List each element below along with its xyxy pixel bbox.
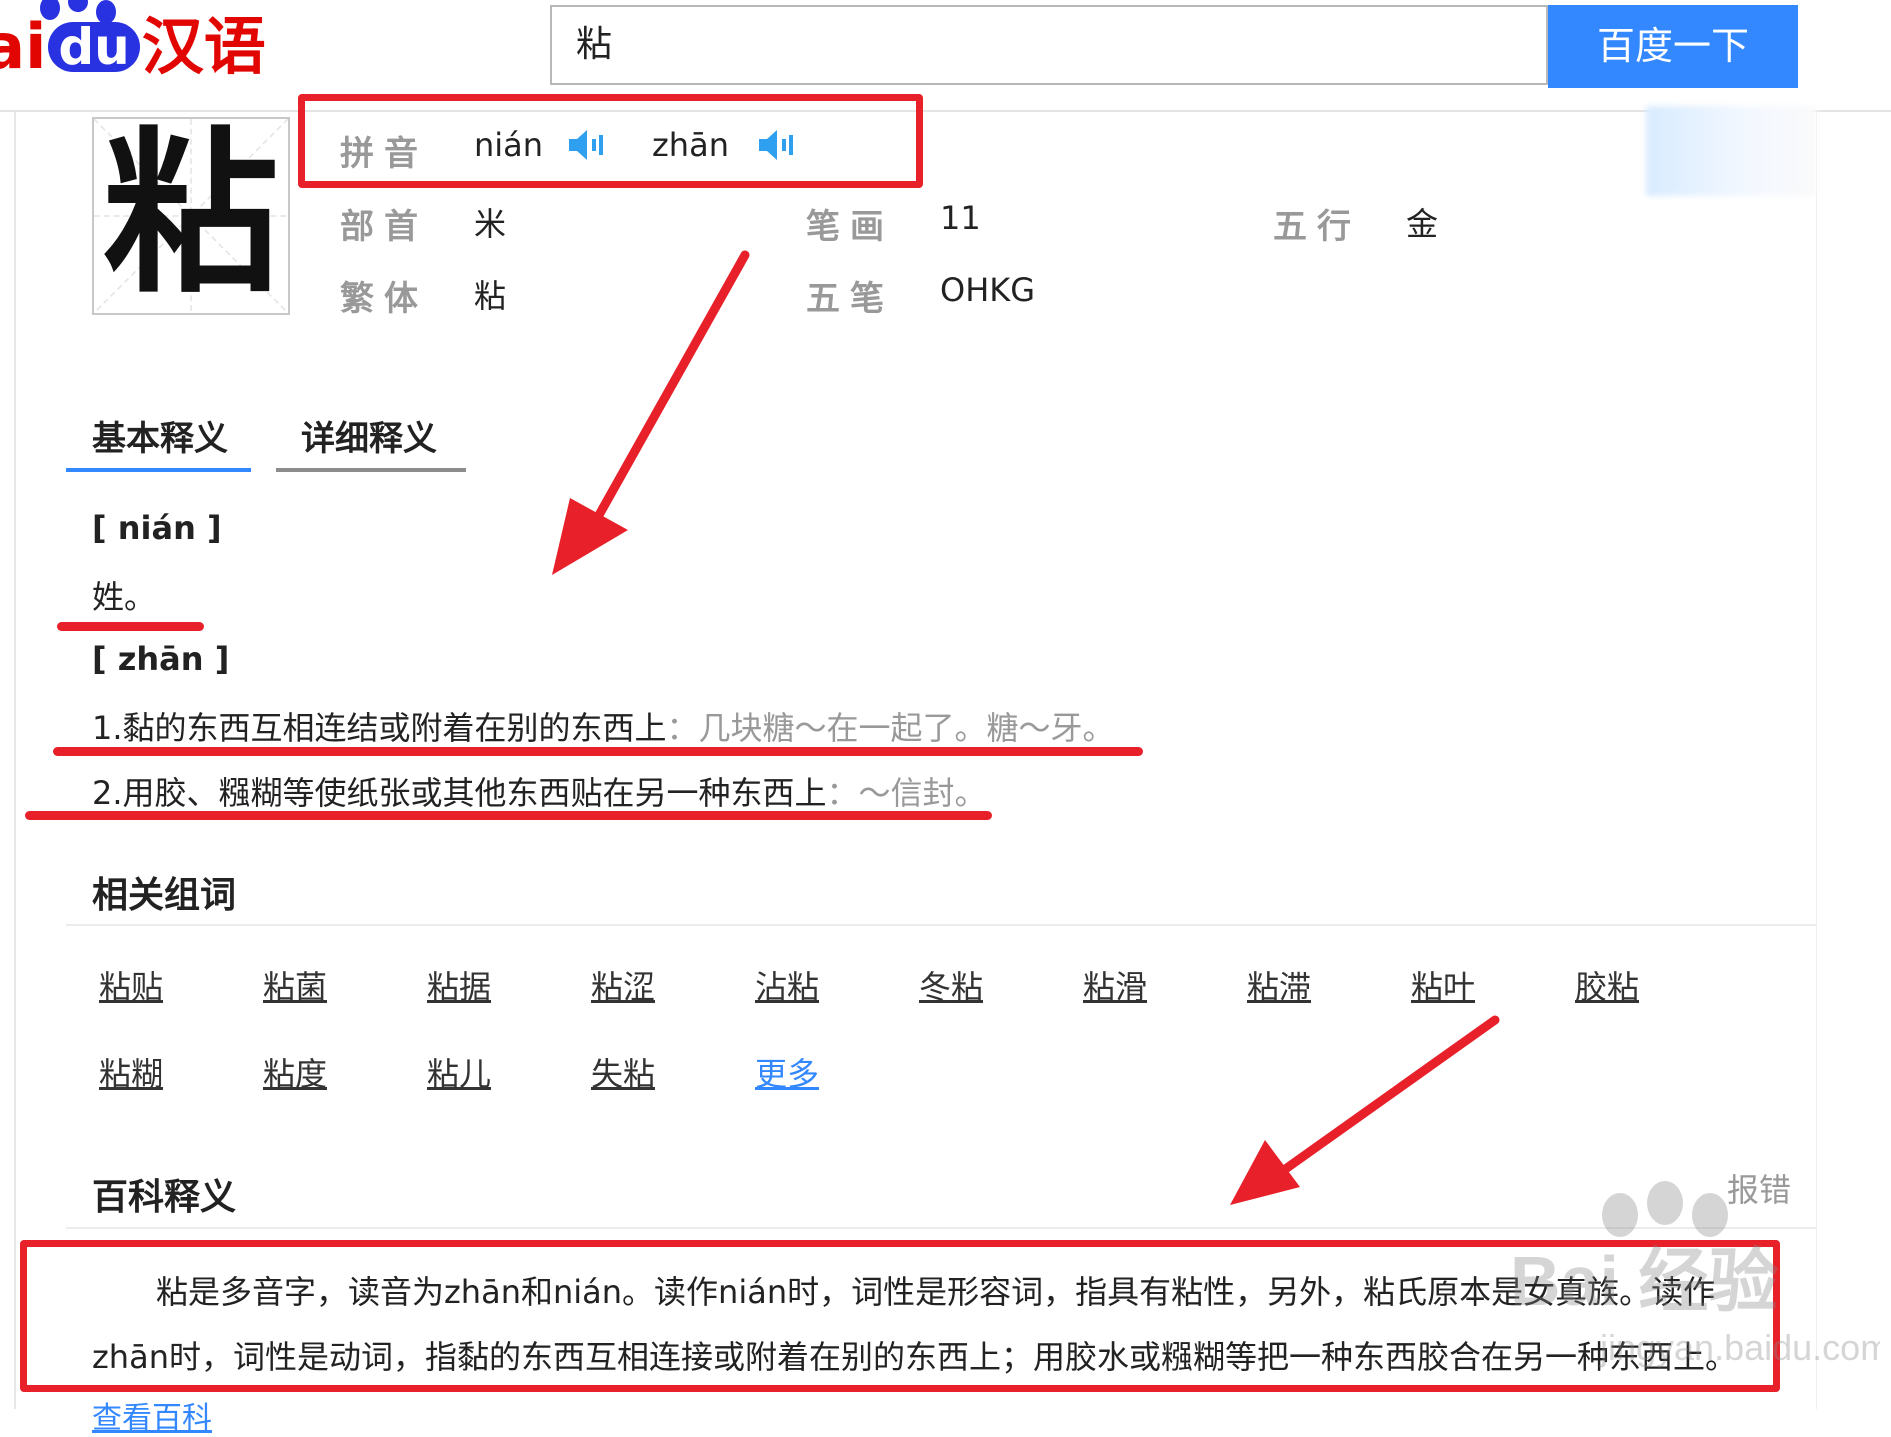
definition-example: ：几块糖～在一起了。糖～牙。 [666,709,1115,747]
related-words-title: 相关组词 [92,875,237,916]
wuxing-value: 金 [1406,205,1439,243]
tab-detailed[interactable]: 详细释义 [301,411,437,460]
character-card: 粘 [92,117,290,315]
related-word[interactable]: 粘糊 [99,1049,163,1095]
underline-annotation [57,622,204,631]
underline-annotation [53,747,1143,756]
radical-label: 部首 [340,207,428,247]
tab-basic-underline [66,468,251,472]
strokes-value: 11 [940,199,981,237]
pinyin-heading-nian: [ nián ] [92,509,222,547]
paw-icon [40,0,116,24]
arrow-annotation [552,250,750,575]
related-word[interactable]: 粘滑 [1083,962,1147,1008]
watermark-text: Bai 经验 [1510,1242,1778,1320]
left-border [14,112,16,1409]
definition-zhan-2: 2.用胶、糨糊等使纸张或其他东西贴在另一种东西上：～信封。 [92,768,987,814]
underline-annotation [25,811,992,820]
related-word[interactable]: 冬粘 [919,962,983,1008]
pinyin-heading-zhan: [ zhān ] [92,640,230,678]
related-word[interactable]: 沾粘 [755,962,819,1008]
strokes-label: 笔画 [806,207,894,247]
pinyin-highlight-box [298,94,923,188]
tab-detailed-underline [276,468,466,472]
tab-basic[interactable]: 基本释义 [92,411,228,460]
radical-value: 米 [474,205,507,243]
related-word[interactable]: 粘涩 [591,962,655,1008]
baike-title: 百科释义 [92,1177,237,1218]
logo-hanyu: 汉语 [141,10,266,83]
character-glyph: 粘 [102,110,279,317]
wubi-value: OHKG [940,271,1036,309]
wuxing-label: 五行 [1273,207,1361,247]
section-divider [66,924,1816,926]
search-input[interactable]: 粘 [550,5,1548,85]
related-word[interactable]: 胶粘 [1575,962,1639,1008]
definition-nian: 姓。 [92,578,157,616]
search-button[interactable]: 百度一下 [1548,5,1798,88]
definition-text: 1.黏的东西互相连结或附着在别的东西上 [92,709,667,747]
related-word[interactable]: 粘菌 [263,962,327,1008]
traditional-value: 粘 [474,277,507,315]
related-word[interactable]: 粘贴 [99,962,163,1008]
blurred-widget [1646,106,1816,196]
related-word[interactable]: 粘度 [263,1049,327,1095]
related-word[interactable]: 粘滞 [1247,962,1311,1008]
watermark-url: jingyan.baidu.com [1599,1327,1880,1368]
more-words-link[interactable]: 更多 [755,1049,819,1095]
related-word[interactable]: 粘儿 [427,1049,491,1095]
wubi-label: 五笔 [806,279,894,319]
definition-text: 2.用胶、糨糊等使纸张或其他东西贴在另一种东西上 [92,774,827,812]
related-word[interactable]: 粘叶 [1411,962,1475,1008]
related-word[interactable]: 失粘 [591,1049,655,1095]
related-word[interactable]: 粘据 [427,962,491,1008]
baike-more-link[interactable]: 查看百科 [92,1393,212,1437]
definition-zhan-1: 1.黏的东西互相连结或附着在别的东西上：几块糖～在一起了。糖～牙。 [92,703,1115,749]
traditional-label: 繁体 [340,279,428,319]
logo[interactable]: Baidu汉语 [0,0,266,110]
definition-example: ：～信封。 [826,774,987,812]
header-divider [0,110,1891,112]
watermark-logo: Bai 经验 jingyan.baidu.com [1510,1181,1880,1368]
